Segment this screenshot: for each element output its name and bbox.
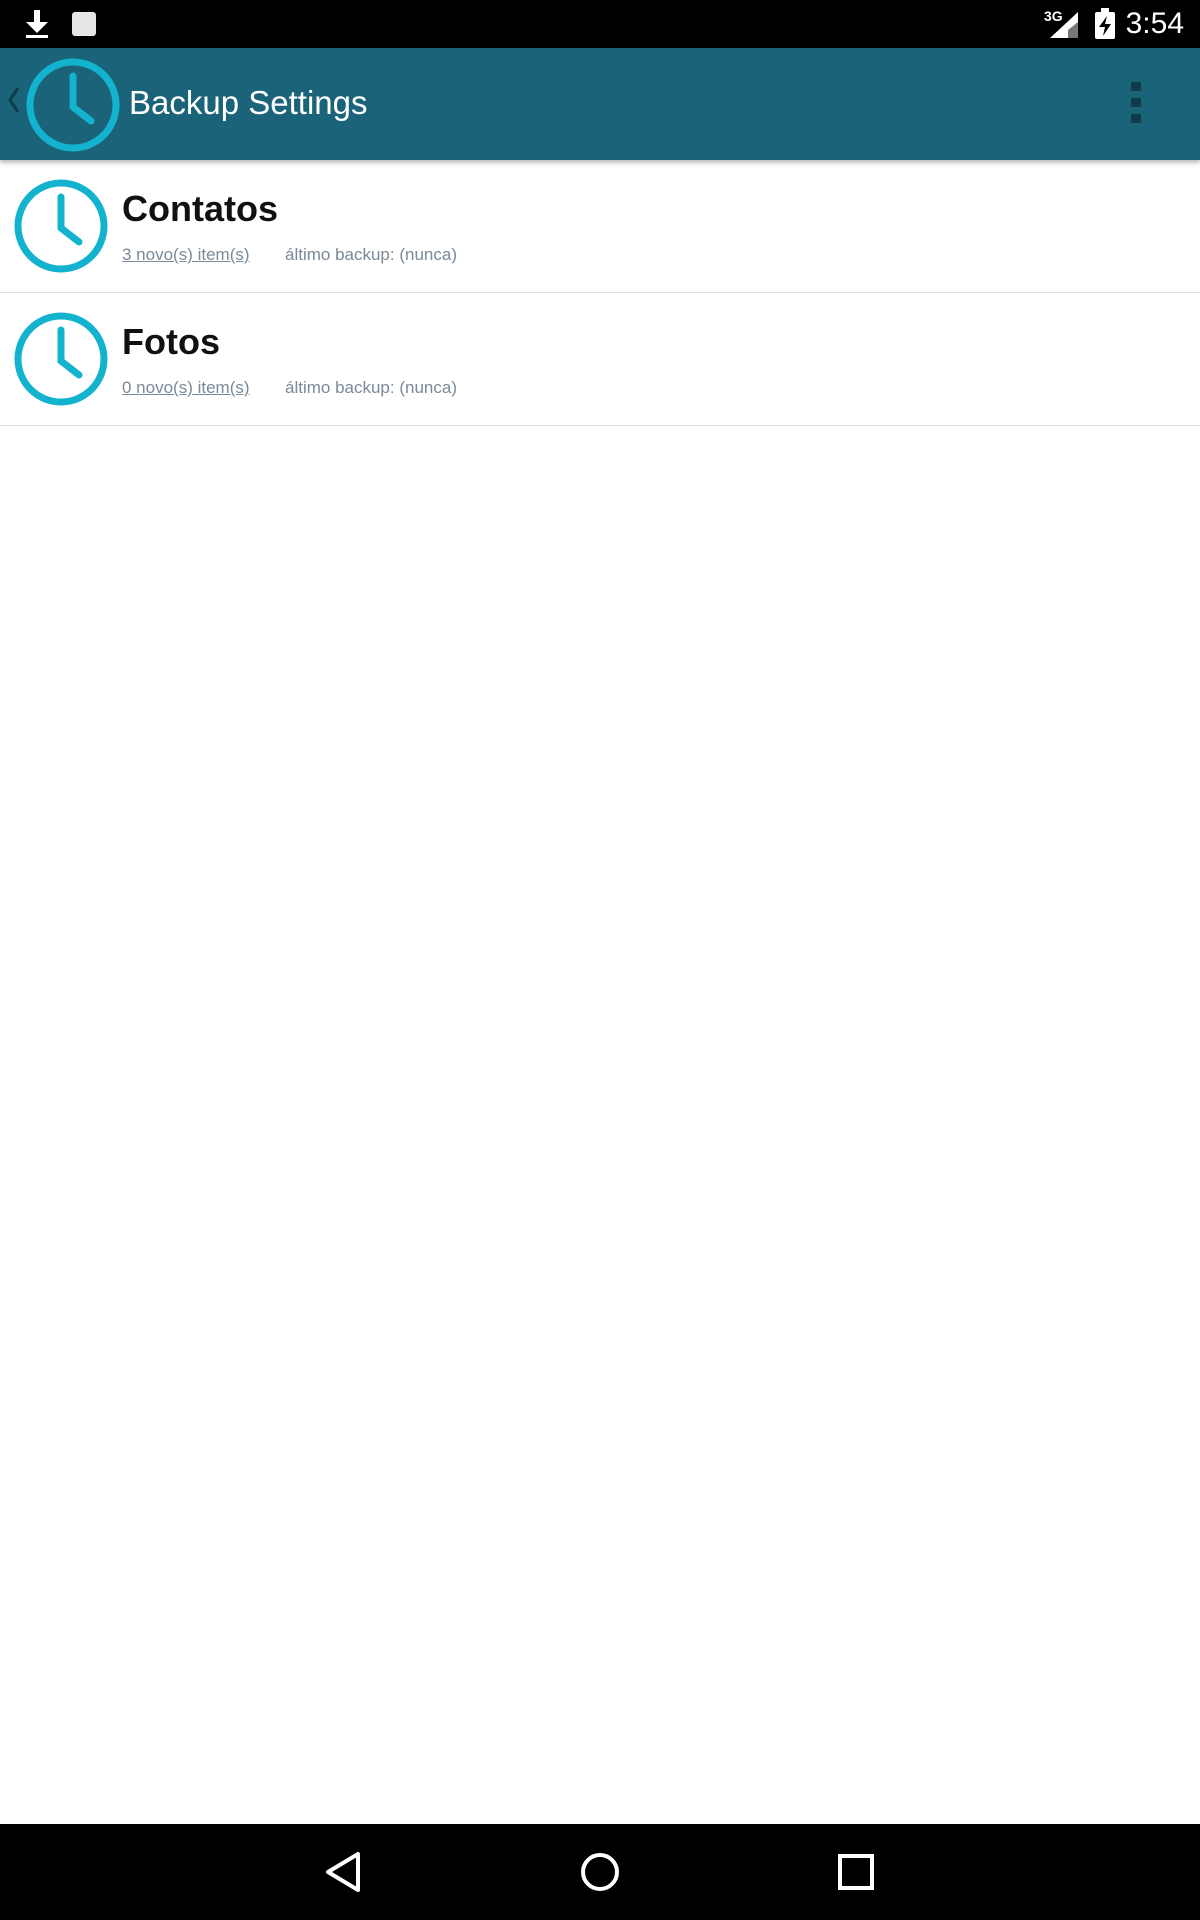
last-backup-text: áltimo backup: (nunca) (285, 245, 457, 264)
download-icon (26, 10, 48, 38)
battery-charging-icon (1095, 8, 1115, 39)
list-item-contatos[interactable]: Contatos 3 novo(s) item(s) áltimo backup… (0, 160, 1200, 293)
notification-square-icon (72, 12, 96, 36)
new-items-link[interactable]: 0 novo(s) item(s) (122, 377, 250, 399)
overflow-menu-icon[interactable] (1120, 76, 1152, 132)
app-bar: Backup Settings (0, 48, 1200, 160)
back-caret-icon[interactable] (6, 82, 22, 118)
backup-list: Contatos 3 novo(s) item(s) áltimo backup… (0, 160, 1200, 426)
navigation-bar (0, 1824, 1200, 1920)
clock-icon (14, 312, 108, 406)
recents-square-icon[interactable] (830, 1846, 882, 1898)
last-backup-text: áltimo backup: (nunca) (285, 378, 457, 397)
page-title: Backup Settings (129, 84, 368, 121)
item-title: Fotos (122, 321, 220, 362)
item-title: Contatos (122, 188, 278, 229)
home-circle-icon[interactable] (574, 1846, 626, 1898)
status-time: 3:54 (1125, 7, 1184, 40)
signal-icon (1050, 12, 1078, 38)
back-triangle-icon[interactable] (318, 1846, 370, 1898)
list-item-fotos[interactable]: Fotos 0 novo(s) item(s) áltimo backup: (… (0, 293, 1200, 426)
status-bar: 3G 3:54 (0, 0, 1200, 48)
new-items-link[interactable]: 3 novo(s) item(s) (122, 244, 250, 266)
clock-logo-icon[interactable] (24, 56, 122, 154)
clock-icon (14, 179, 108, 273)
